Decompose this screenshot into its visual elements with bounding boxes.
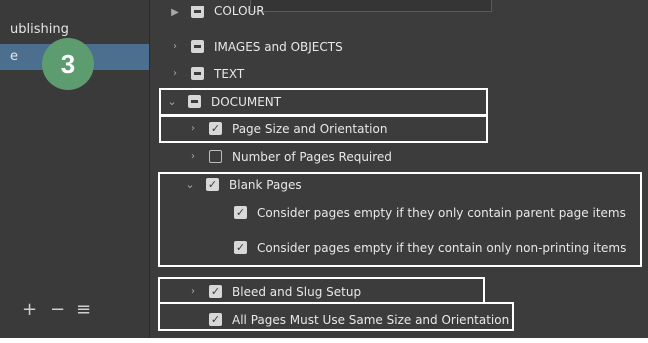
add-profile-button[interactable]: + — [22, 299, 37, 320]
checkbox-checked-icon[interactable]: ✓ — [234, 241, 247, 254]
mixed-checkbox-icon[interactable] — [191, 40, 204, 53]
chevron-right-icon[interactable]: › — [187, 123, 199, 134]
tree-row-colour[interactable]: ▶ COLOUR — [169, 6, 265, 18]
tree-row-label: TEXT — [214, 66, 245, 81]
chevron-down-icon[interactable]: ⌄ — [166, 95, 178, 108]
tree-row-empty-parent-items[interactable]: ✓ Consider pages empty if they only cont… — [234, 199, 626, 226]
tree-row-label: All Pages Must Use Same Size and Orienta… — [232, 312, 510, 327]
checkbox-checked-icon[interactable]: ✓ — [209, 313, 222, 326]
tree-row-blank-pages[interactable]: ⌄ ✓ Blank Pages — [184, 171, 302, 198]
chevron-right-icon[interactable]: › — [169, 68, 181, 79]
tree-row-label: IMAGES and OBJECTS — [214, 39, 343, 54]
tree-row-label: Page Size and Orientation — [232, 121, 388, 136]
tree-row-label: Consider pages empty if they only contai… — [257, 205, 626, 220]
profile-item-label: ublishing — [10, 22, 69, 37]
profile-menu-button[interactable]: ≡ — [76, 299, 91, 320]
mixed-checkbox-icon[interactable] — [191, 6, 204, 18]
tree-row-label: Number of Pages Required — [232, 149, 392, 164]
tree-row-number-of-pages[interactable]: › Number of Pages Required — [187, 143, 392, 170]
remove-profile-button[interactable]: − — [50, 299, 65, 320]
profile-name-field[interactable] — [250, 0, 492, 12]
chevron-right-icon[interactable]: › — [169, 41, 181, 52]
tree-row-page-size[interactable]: › ✓ Page Size and Orientation — [187, 115, 387, 142]
chevron-right-icon[interactable]: › — [187, 286, 199, 297]
tree-row-bleed-slug[interactable]: › ✓ Bleed and Slug Setup — [187, 278, 361, 305]
tree-row-images[interactable]: › IMAGES and OBJECTS — [169, 33, 343, 60]
profile-toolbar: + − ≡ — [0, 299, 149, 325]
checkbox-unchecked-icon[interactable] — [209, 150, 222, 163]
tree-row-label: Bleed and Slug Setup — [232, 284, 362, 299]
tree-row-label: Consider pages empty if they contain onl… — [257, 240, 627, 255]
tree-row-label: COLOUR — [214, 6, 265, 18]
tree-row-same-size[interactable]: ✓ All Pages Must Use Same Size and Orien… — [209, 306, 509, 333]
checkbox-checked-icon[interactable]: ✓ — [206, 178, 219, 191]
mixed-checkbox-icon[interactable] — [188, 95, 201, 108]
tree-row-document[interactable]: ⌄ DOCUMENT — [166, 88, 281, 115]
mixed-checkbox-icon[interactable] — [191, 67, 204, 80]
checkbox-checked-icon[interactable]: ✓ — [209, 285, 222, 298]
tree-row-text[interactable]: › TEXT — [169, 60, 244, 87]
tree-row-label: DOCUMENT — [211, 94, 282, 109]
step-number-badge: 3 — [42, 38, 94, 90]
checkbox-checked-icon[interactable]: ✓ — [209, 122, 222, 135]
checkbox-checked-icon[interactable]: ✓ — [234, 206, 247, 219]
chevron-down-icon[interactable]: ⌄ — [184, 178, 196, 191]
tree-row-label: Blank Pages — [229, 177, 302, 192]
chevron-right-icon[interactable]: ▶ — [169, 7, 181, 18]
tree-row-empty-nonprinting[interactable]: ✓ Consider pages empty if they contain o… — [234, 234, 626, 261]
chevron-right-icon[interactable]: › — [187, 151, 199, 162]
window-edge — [149, 338, 648, 343]
profile-item-label: e — [10, 49, 18, 64]
